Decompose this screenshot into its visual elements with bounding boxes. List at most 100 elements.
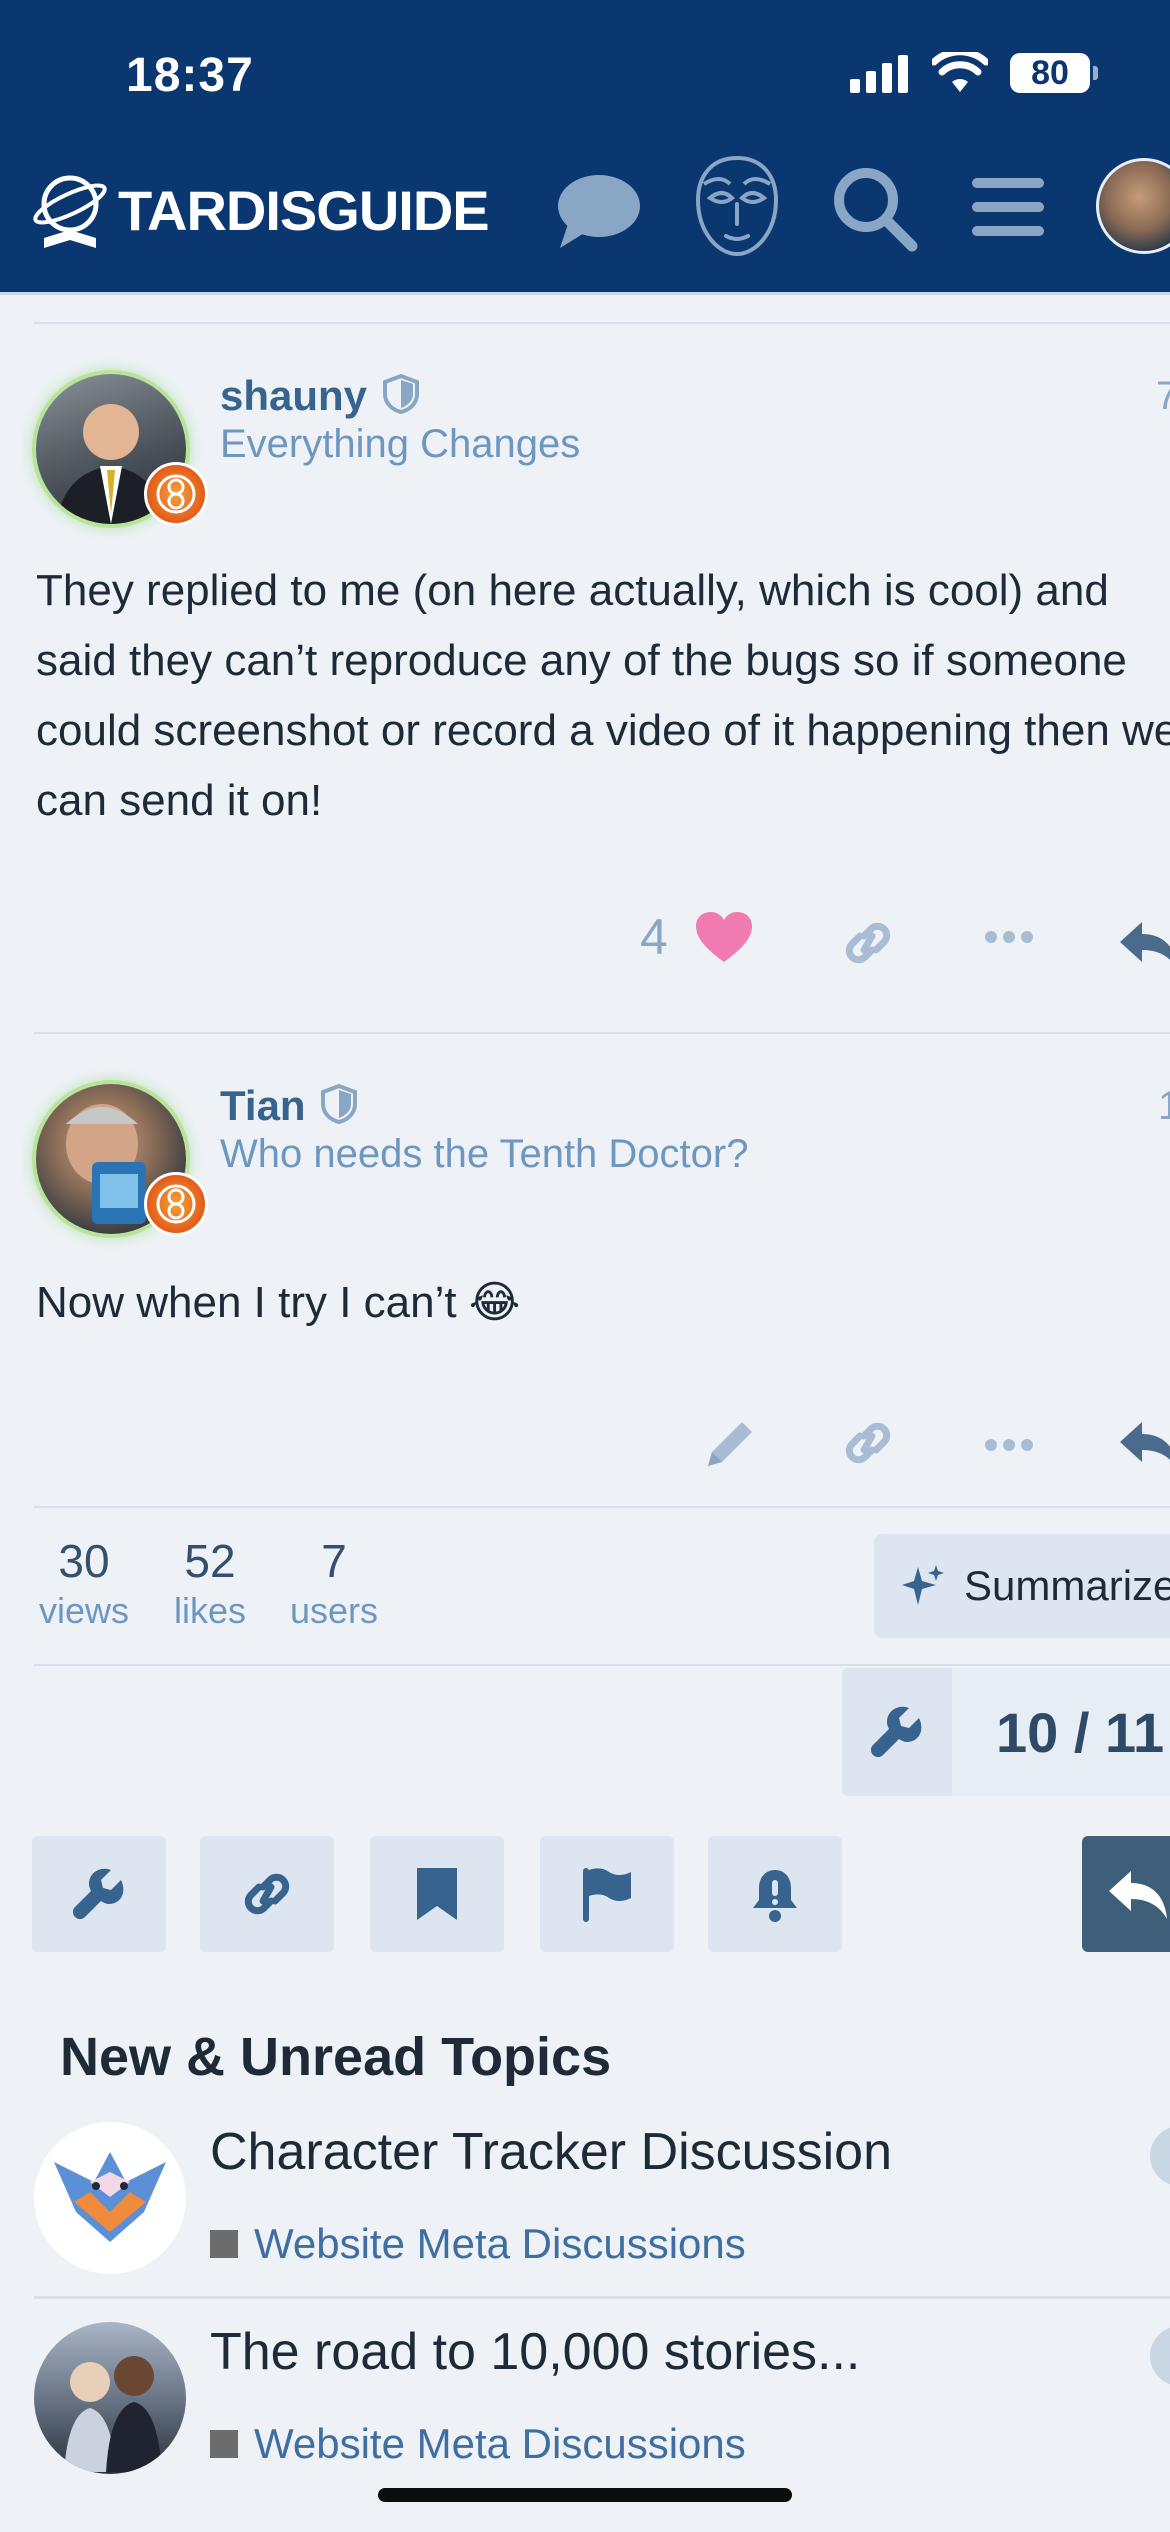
mask-face-icon	[695, 155, 779, 257]
battery-indicator: 80	[1010, 53, 1098, 93]
stat-value: 7	[321, 1535, 347, 1587]
topic-participant-avatar	[1150, 2326, 1170, 2386]
bell-alert-icon	[753, 1870, 797, 1922]
wrench-icon	[72, 1868, 124, 1920]
flair-badge	[144, 462, 208, 526]
topic-progress[interactable]: 10 / 11	[842, 1668, 1170, 1796]
status-icons: 80	[850, 52, 1098, 94]
username-text: shauny	[220, 372, 368, 419]
link-icon	[845, 1422, 891, 1464]
progress-counter: 10 / 11	[952, 1668, 1170, 1796]
copy-link-button[interactable]	[838, 1418, 898, 1468]
category-color-swatch	[210, 2430, 238, 2458]
like-button[interactable]: 4	[640, 908, 754, 966]
moderator-shield-icon	[382, 373, 419, 415]
summarize-button[interactable]: Summarize	[874, 1534, 1170, 1638]
topic-avatar[interactable]	[34, 2122, 186, 2274]
gallifreyan-seal-icon	[156, 474, 196, 514]
current-user-avatar[interactable]	[1096, 158, 1170, 254]
moderator-shield-icon	[321, 1083, 358, 1125]
characters-image	[64, 2356, 162, 2472]
topic-title[interactable]: The road to 10,000 stories...	[210, 2322, 860, 2382]
topic-participant-avatar	[1150, 2126, 1170, 2186]
search-icon	[834, 168, 918, 252]
stat-views: 30 views	[36, 1534, 132, 1632]
like-count: 4	[640, 909, 668, 965]
user-title: Who needs the Tenth Doctor?	[220, 1132, 749, 1176]
admin-button[interactable]	[32, 1836, 166, 1952]
app-header: TARDISGUIDE	[0, 150, 1170, 295]
hamburger-menu-icon	[972, 178, 1044, 236]
chat-bubble-icon	[558, 175, 640, 248]
more-actions-button[interactable]	[982, 928, 1036, 946]
post-body: They replied to me (on here actually, wh…	[36, 566, 1170, 825]
flag-icon	[583, 1868, 631, 1922]
pencil-icon	[708, 1422, 752, 1466]
site-logo[interactable]: TARDISGUIDE	[30, 168, 490, 252]
heart-icon	[695, 912, 752, 962]
copy-link-button[interactable]	[838, 918, 898, 968]
post-username[interactable]: shauny	[220, 372, 419, 420]
reply-arrow-icon	[1120, 1422, 1170, 1462]
flair-badge	[144, 1172, 208, 1236]
stat-label: views	[38, 1590, 130, 1631]
category-color-swatch	[210, 2230, 238, 2258]
cellular-signal-icon	[850, 55, 908, 93]
search-button[interactable]	[830, 164, 920, 259]
reply-topic-button[interactable]	[1082, 1836, 1170, 1952]
edit-button[interactable]	[700, 1414, 760, 1474]
share-button[interactable]	[200, 1836, 334, 1952]
user-title: Everything Changes	[220, 422, 581, 466]
stat-value: 30	[58, 1535, 110, 1587]
topic-title[interactable]: Character Tracker Discussion	[210, 2122, 892, 2182]
reply-post-button[interactable]	[1118, 1418, 1170, 1472]
post-divider	[34, 1506, 1170, 1508]
post-date[interactable]: 1	[1158, 1084, 1170, 1129]
bookmark-button[interactable]	[370, 1836, 504, 1952]
mask-avatar-button[interactable]	[690, 154, 784, 263]
chat-button[interactable]	[556, 172, 642, 255]
admin-wrench-button[interactable]	[842, 1668, 952, 1796]
post-divider	[34, 1032, 1170, 1034]
reply-arrow-icon	[1120, 922, 1170, 962]
stats-divider	[34, 1664, 1170, 1666]
stat-value: 52	[184, 1535, 236, 1587]
category-label: Website Meta Discussions	[254, 2220, 746, 2267]
flag-button[interactable]	[540, 1836, 674, 1952]
reply-arrow-icon	[1109, 1871, 1167, 1919]
reply-post-button[interactable]	[1118, 918, 1170, 972]
ellipsis-icon	[985, 931, 1033, 943]
stat-label: users	[289, 1590, 379, 1631]
topic-divider	[34, 2296, 1170, 2299]
tardisguide-globe-icon	[33, 175, 107, 248]
username-text: Tian	[220, 1082, 306, 1129]
ellipsis-icon	[985, 1439, 1033, 1451]
post-body: Now when I try I can’t 😂	[36, 1278, 521, 1327]
category-label: Website Meta Discussions	[254, 2420, 746, 2467]
fox-mascot-image	[54, 2152, 166, 2242]
wrench-icon	[870, 1706, 922, 1758]
home-indicator	[378, 2488, 792, 2502]
topic-avatar[interactable]	[34, 2322, 186, 2474]
logo-text: TARDISGUIDE	[118, 178, 490, 242]
sparkle-icon	[902, 1565, 944, 1605]
stat-label: likes	[173, 1590, 247, 1631]
notifications-button[interactable]	[708, 1836, 842, 1952]
menu-button[interactable]	[970, 172, 1046, 247]
status-bar: 18:37 80	[0, 0, 1170, 150]
post-date[interactable]: 7	[1156, 374, 1170, 419]
stat-users: 7 users	[284, 1534, 384, 1632]
summarize-label: Summarize	[964, 1562, 1170, 1609]
more-actions-button[interactable]	[982, 1436, 1036, 1454]
status-time: 18:37	[126, 49, 254, 102]
section-title: New & Unread Topics	[60, 2027, 612, 2087]
topic-category[interactable]: Website Meta Discussions	[210, 2220, 746, 2268]
post-username[interactable]: Tian	[220, 1082, 358, 1130]
post-divider	[34, 322, 1170, 324]
link-icon	[244, 1873, 290, 1915]
topic-category[interactable]: Website Meta Discussions	[210, 2420, 746, 2468]
wifi-icon	[932, 52, 988, 92]
link-icon	[845, 922, 891, 964]
bookmark-icon	[417, 1868, 457, 1920]
stat-likes: 52 likes	[168, 1534, 252, 1632]
